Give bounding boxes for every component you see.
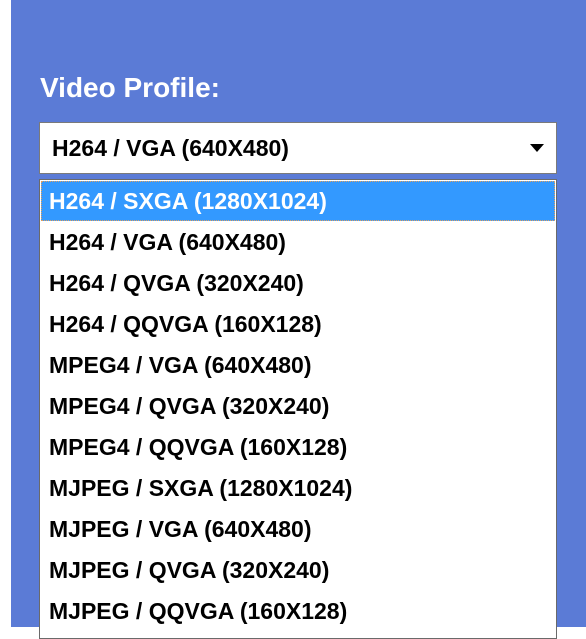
option-h264-qqvga[interactable]: H264 / QQVGA (160X128) — [41, 304, 555, 344]
video-profile-dropdown-list: H264 / SXGA (1280X1024) H264 / VGA (640X… — [39, 179, 557, 639]
option-mjpeg-qvga[interactable]: MJPEG / QVGA (320X240) — [41, 550, 555, 590]
left-margin — [0, 0, 11, 627]
chevron-down-icon[interactable] — [530, 144, 544, 152]
option-h264-vga[interactable]: H264 / VGA (640X480) — [41, 222, 555, 262]
option-h264-qvga[interactable]: H264 / QVGA (320X240) — [41, 263, 555, 303]
option-mjpeg-qqvga[interactable]: MJPEG / QQVGA (160X128) — [41, 591, 555, 631]
option-h264-sxga[interactable]: H264 / SXGA (1280X1024) — [41, 181, 555, 221]
video-profile-select[interactable]: H264 / VGA (640X480) — [39, 122, 557, 174]
option-mjpeg-vga[interactable]: MJPEG / VGA (640X480) — [41, 509, 555, 549]
option-mjpeg-sxga[interactable]: MJPEG / SXGA (1280X1024) — [41, 468, 555, 508]
option-mpeg4-qvga[interactable]: MPEG4 / QVGA (320X240) — [41, 386, 555, 426]
option-mpeg4-vga[interactable]: MPEG4 / VGA (640X480) — [41, 345, 555, 385]
settings-panel: Video Profile: H264 / VGA (640X480) H264… — [11, 0, 586, 639]
select-current-value: H264 / VGA (640X480) — [52, 135, 289, 161]
video-profile-label: Video Profile: — [40, 72, 220, 103]
option-mpeg4-qqvga[interactable]: MPEG4 / QQVGA (160X128) — [41, 427, 555, 467]
